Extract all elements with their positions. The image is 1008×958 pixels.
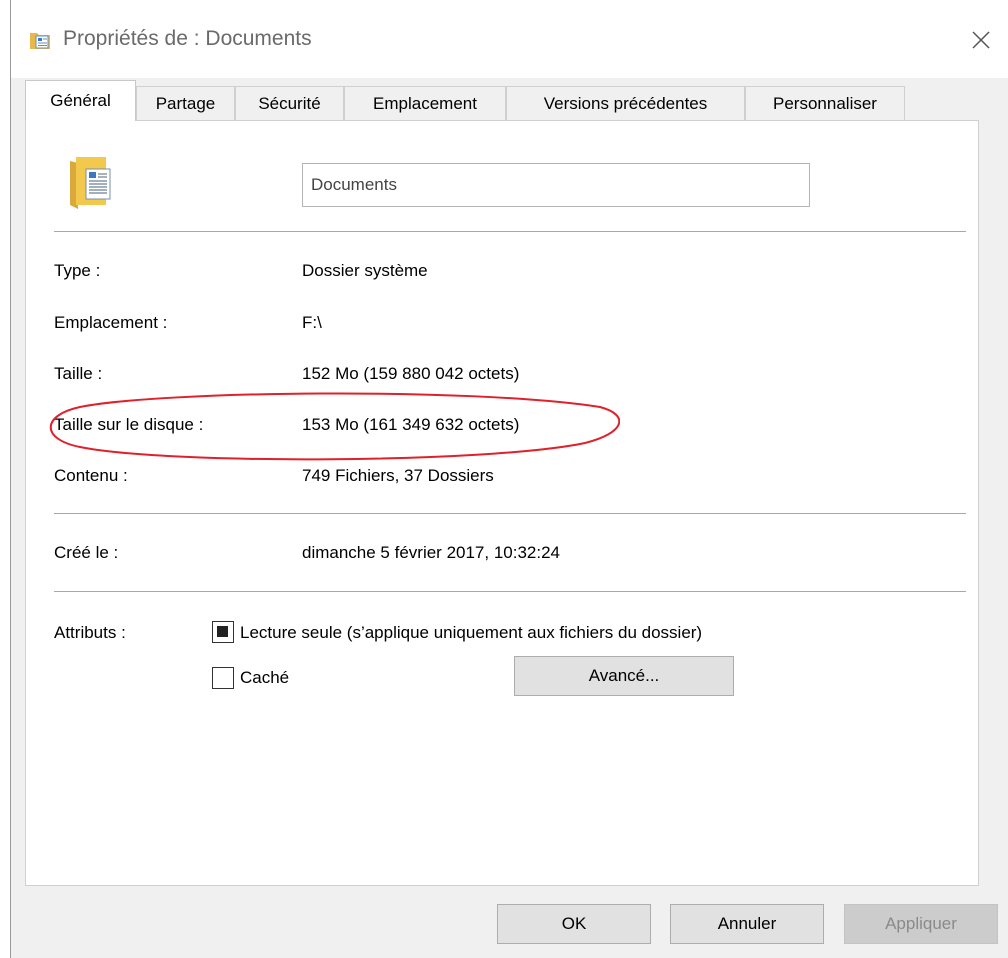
indeterminate-mark-icon [217,626,228,637]
background-edge [0,0,10,958]
folder-name-input[interactable] [302,163,810,207]
created-value: dimanche 5 février 2017, 10:32:24 [302,543,561,562]
cancel-button[interactable]: Annuler [670,904,824,944]
separator [54,231,966,232]
type-label: Type : [54,261,101,280]
type-value: Dossier système [302,261,428,280]
tab-security[interactable]: Sécurité [235,86,344,120]
tab-previous-versions[interactable]: Versions précédentes [506,86,745,120]
location-value: F:\ [302,313,322,332]
apply-button[interactable]: Appliquer [844,904,998,944]
contents-value: 749 Fichiers, 37 Dossiers [302,466,494,485]
ok-button[interactable]: OK [497,904,651,944]
location-label: Emplacement : [54,313,168,332]
hidden-label[interactable]: Caché [240,668,289,688]
folder-icon [70,157,111,209]
size-on-disk-value: 153 Mo (161 349 632 octets) [302,415,520,434]
contents-label: Contenu : [54,466,128,485]
attributes-label: Attributs : [54,623,126,642]
hidden-checkbox[interactable] [212,667,234,689]
advanced-button[interactable]: Avancé... [514,656,734,696]
created-label: Créé le : [54,543,119,562]
read-only-checkbox[interactable] [212,621,234,643]
window-title: Propriétés de : Documents [63,27,312,50]
general-panel: Type : Dossier système Emplacement : F:\… [25,120,979,886]
title-bar: Propriétés de : Documents [11,0,1008,78]
size-on-disk-label: Taille sur le disque : [54,415,204,434]
read-only-label[interactable]: Lecture seule (s’applique uniquement aux… [240,623,702,643]
separator [54,591,966,592]
size-label: Taille : [54,364,103,383]
documents-folder-icon [30,33,50,49]
tab-customize[interactable]: Personnaliser [745,86,905,120]
tab-location[interactable]: Emplacement [344,86,506,120]
tab-general[interactable]: Général [25,80,136,121]
tab-sharing[interactable]: Partage [136,86,235,120]
size-value: 152 Mo (159 880 042 octets) [302,364,520,383]
properties-dialog: Propriétés de : Documents Général Partag… [10,0,1008,958]
separator [54,513,966,514]
close-icon[interactable] [963,22,999,58]
